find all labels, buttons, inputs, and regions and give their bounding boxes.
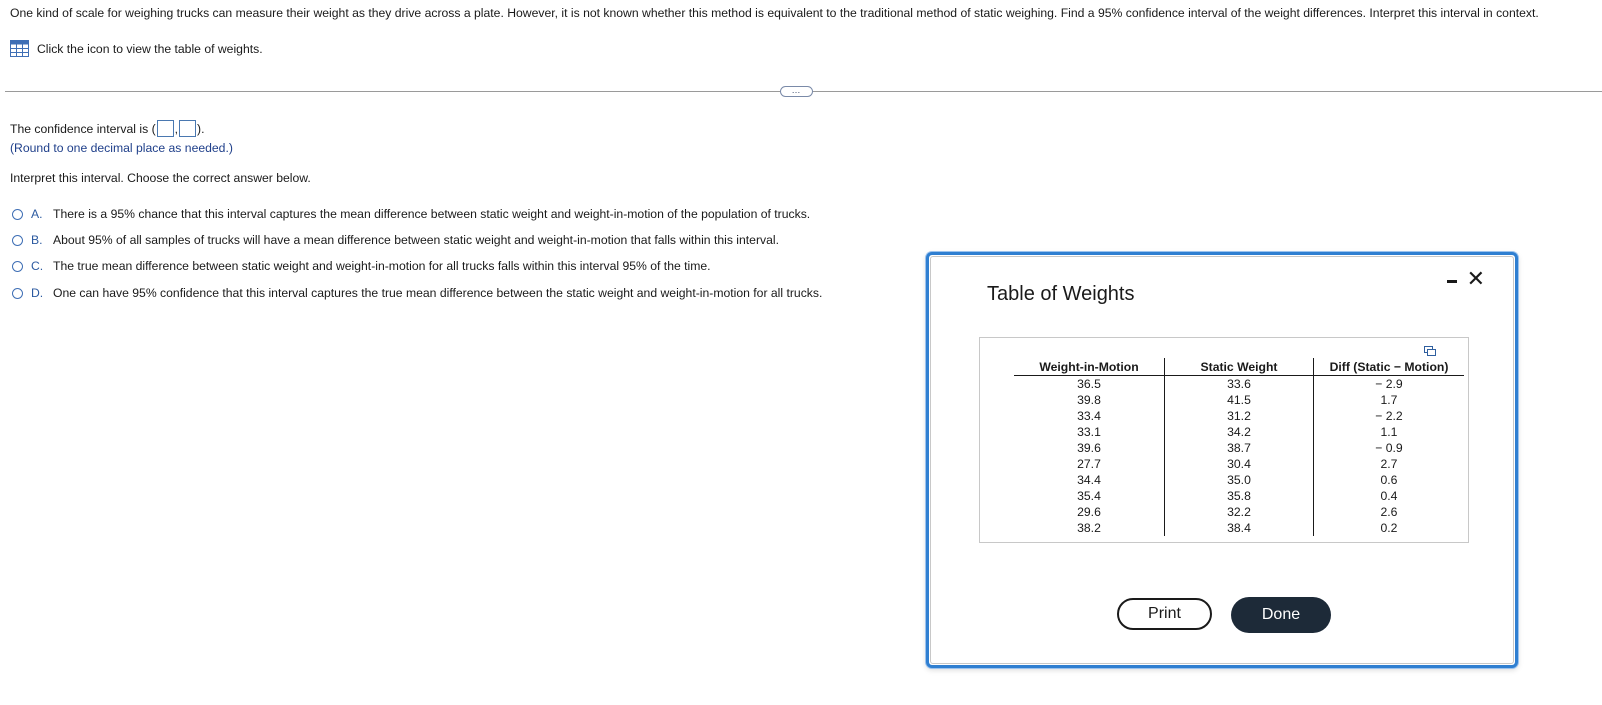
table-row: 39.6 38.7− 0.9 (1014, 440, 1464, 456)
table-cell: 31.2 (1164, 408, 1314, 424)
expand-button[interactable]: … (780, 86, 813, 97)
table-cell: 0.6 (1313, 472, 1464, 488)
ci-upper-input[interactable] (179, 120, 197, 137)
radio-button[interactable] (12, 287, 23, 299)
table-cell: − 2.9 (1313, 375, 1464, 392)
option-letter: B. (31, 233, 43, 247)
table-link-row: Click the icon to view the table of weig… (10, 40, 263, 57)
table-cell: 1.7 (1313, 392, 1464, 408)
table-cell: 38.2 (1077, 521, 1101, 535)
table-cell: 33.1 (1077, 425, 1101, 439)
ci-lower-input[interactable] (156, 120, 174, 137)
copy-icon[interactable] (1424, 346, 1436, 356)
dialog-title: Table of Weights (987, 283, 1135, 305)
header-static-weight: Static Weight (1164, 358, 1314, 376)
ci-prefix: The confidence interval is ( (10, 121, 156, 136)
option-letter: C. (31, 259, 44, 273)
table-cell: 34.4 (1077, 473, 1101, 487)
table-cell: 32.2 (1164, 504, 1314, 520)
table-cell: 38.7 (1164, 440, 1314, 456)
table-cell: 35.0 (1164, 472, 1314, 488)
table-row: 27.7 30.4 2.7 (1014, 456, 1464, 472)
table-cell: 39.6 (1077, 441, 1101, 455)
option-text: One can have 95% confidence that this in… (53, 286, 823, 300)
option-c[interactable]: C. The true mean difference between stat… (12, 259, 711, 273)
table-row: 33.1 34.2 1.1 (1014, 424, 1464, 440)
option-letter: A. (31, 207, 43, 221)
table-cell: 2.6 (1313, 504, 1464, 520)
option-d[interactable]: D. One can have 95% confidence that this… (12, 286, 822, 300)
table-cell: 27.7 (1077, 457, 1101, 471)
option-a[interactable]: A. There is a 95% chance that this inter… (12, 207, 810, 221)
table-cell: 30.4 (1164, 456, 1314, 472)
table-row: 39.8 41.5 1.7 (1014, 392, 1464, 408)
radio-button[interactable] (12, 234, 23, 246)
table-cell: 35.4 (1077, 489, 1101, 503)
header-difference: Diff (Static − Motion) (1313, 358, 1464, 376)
table-cell: 0.4 (1313, 488, 1464, 504)
table-cell: 39.8 (1077, 393, 1101, 407)
radio-button[interactable] (12, 260, 23, 272)
table-cell: 33.6 (1164, 375, 1314, 392)
table-cell: 41.5 (1164, 392, 1314, 408)
table-cell: 33.4 (1077, 409, 1101, 423)
option-text: The true mean difference between static … (53, 259, 711, 273)
header-weight-in-motion: Weight-in-Motion (1014, 358, 1165, 376)
table-cell: − 2.2 (1313, 408, 1464, 424)
weights-table: Weight-in-Motion Static Weight Diff (Sta… (1014, 358, 1464, 536)
table-icon[interactable] (10, 40, 29, 57)
table-header-row: Weight-in-Motion Static Weight Diff (Sta… (1014, 358, 1464, 376)
table-row: 34.4 35.0 0.6 (1014, 472, 1464, 488)
option-text: About 95% of all samples of trucks will … (53, 233, 779, 247)
table-row: 36.5 33.6− 2.9 (1014, 375, 1464, 392)
ci-separator: , (174, 121, 179, 136)
ci-suffix: ). (197, 121, 205, 136)
round-note: (Round to one decimal place as needed.) (10, 141, 233, 155)
table-row: 35.4 35.8 0.4 (1014, 488, 1464, 504)
close-icon[interactable]: ✕ (1467, 268, 1485, 290)
table-cell: 35.8 (1164, 488, 1314, 504)
minimize-icon[interactable] (1445, 273, 1459, 287)
table-row: 29.6 32.2 2.6 (1014, 504, 1464, 520)
table-row: 33.4 31.2− 2.2 (1014, 408, 1464, 424)
table-link-text: Click the icon to view the table of weig… (37, 41, 263, 56)
table-cell: 29.6 (1077, 505, 1101, 519)
table-cell: 1.1 (1313, 424, 1464, 440)
confidence-interval-row: The confidence interval is ( , ). (10, 120, 205, 137)
table-cell: 34.2 (1164, 424, 1314, 440)
table-cell: 38.4 (1164, 520, 1314, 536)
radio-button[interactable] (12, 208, 23, 220)
question-text: One kind of scale for weighing trucks ca… (10, 6, 1539, 20)
option-b[interactable]: B. About 95% of all samples of trucks wi… (12, 233, 779, 247)
option-letter: D. (31, 286, 44, 300)
table-cell: 36.5 (1077, 377, 1101, 391)
done-button[interactable]: Done (1231, 597, 1331, 633)
print-button[interactable]: Print (1117, 598, 1212, 630)
table-body: 36.5 33.6− 2.9 39.8 41.5 1.7 33.4 31.2− 2.2 33.… (1014, 375, 1464, 536)
option-text: There is a 95% chance that this interval… (53, 207, 811, 221)
table-cell: 0.2 (1313, 520, 1464, 536)
weights-table-container: Weight-in-Motion Static Weight Diff (Sta… (979, 337, 1469, 543)
table-cell: − 0.9 (1313, 440, 1464, 456)
table-of-weights-dialog: Table of Weights ✕ Weight-in-Motion Stat… (926, 252, 1518, 668)
interpret-prompt: Interpret this interval. Choose the corr… (10, 171, 311, 185)
table-cell: 2.7 (1313, 456, 1464, 472)
table-row: 38.2 38.4 0.2 (1014, 520, 1464, 536)
